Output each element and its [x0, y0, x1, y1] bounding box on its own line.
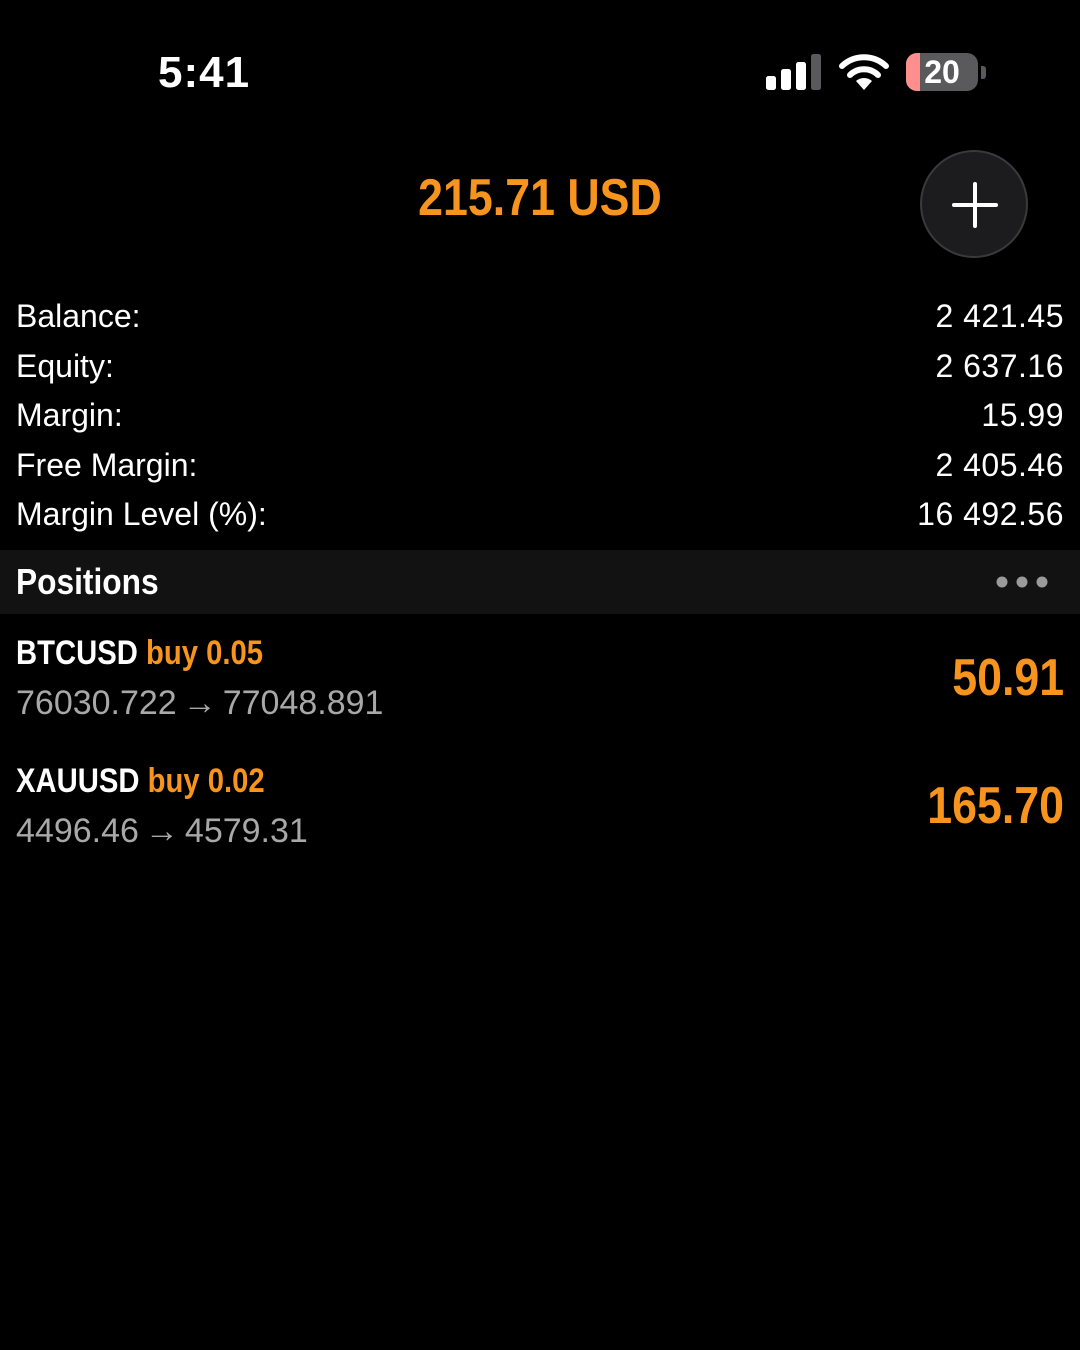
- current-price: 77048.891: [222, 684, 384, 722]
- open-price: 76030.722: [16, 684, 177, 722]
- summary-row-balance: Balance: 2 421.45: [16, 294, 1064, 344]
- summary-row-free-margin: Free Margin: 2 405.46: [16, 443, 1064, 493]
- equity-value: 2 637.16: [935, 347, 1064, 384]
- add-order-button[interactable]: [920, 150, 1028, 258]
- status-time: 5:41: [158, 48, 251, 97]
- free-margin-label: Free Margin:: [16, 446, 198, 483]
- margin-label: Margin:: [16, 397, 123, 433]
- more-horizontal-icon[interactable]: [994, 574, 1052, 590]
- position-side: buy: [145, 634, 198, 672]
- margin-value: 15.99: [981, 397, 1064, 433]
- position-row[interactable]: BTCUSD buy 0.05 76030.722 → 77048.891 50.9…: [0, 634, 1080, 762]
- margin-level-label: Margin Level (%):: [16, 496, 267, 532]
- wifi-icon: [839, 54, 889, 90]
- position-profit: 50.91: [952, 649, 1064, 707]
- battery-body: 20: [906, 53, 978, 91]
- position-title: BTCUSD buy 0.05: [16, 634, 263, 673]
- battery-icon: 20: [906, 53, 988, 93]
- position-prices: 76030.722 → 77048.891: [16, 684, 383, 723]
- plus-icon: [952, 182, 998, 228]
- position-volume: 0.05: [206, 634, 264, 672]
- position-row[interactable]: XAUUSD buy 0.02 4496.46 → 4579.31 165.70: [0, 762, 1080, 890]
- current-price: 4579.31: [184, 812, 308, 850]
- position-prices: 4496.46 → 4579.31: [16, 812, 308, 851]
- free-margin-value: 2 405.46: [935, 446, 1064, 483]
- balance-label: Balance:: [16, 298, 141, 334]
- summary-row-equity: Equity: 2 637.16: [16, 344, 1064, 394]
- position-profit: 165.70: [927, 777, 1064, 835]
- account-summary: Balance: 2 421.45 Equity: 2 637.16 Margi…: [16, 294, 1064, 542]
- signal-icon: [766, 54, 821, 90]
- battery-level: 20: [924, 54, 960, 90]
- summary-row-margin: Margin: 15.99: [16, 393, 1064, 443]
- battery-cap: [981, 66, 986, 79]
- open-price: 4496.46: [16, 812, 139, 850]
- positions-title: Positions: [16, 561, 159, 602]
- arrow-right-icon: →: [144, 812, 179, 850]
- total-profit: 215.71 USD: [418, 169, 662, 227]
- position-side: buy: [147, 762, 200, 800]
- position-title: XAUUSD buy 0.02: [16, 762, 265, 801]
- margin-level-value: 16 492.56: [917, 496, 1064, 532]
- position-volume: 0.02: [207, 762, 265, 800]
- arrow-right-icon: →: [182, 684, 217, 722]
- summary-row-margin-level: Margin Level (%): 16 492.56: [16, 492, 1064, 542]
- positions-section-header: Positions: [0, 550, 1080, 614]
- balance-value: 2 421.45: [935, 298, 1064, 334]
- status-bar: 5:41 20: [0, 0, 1080, 140]
- equity-label: Equity:: [16, 347, 114, 384]
- position-symbol: BTCUSD: [16, 634, 138, 672]
- position-symbol: XAUUSD: [16, 762, 140, 800]
